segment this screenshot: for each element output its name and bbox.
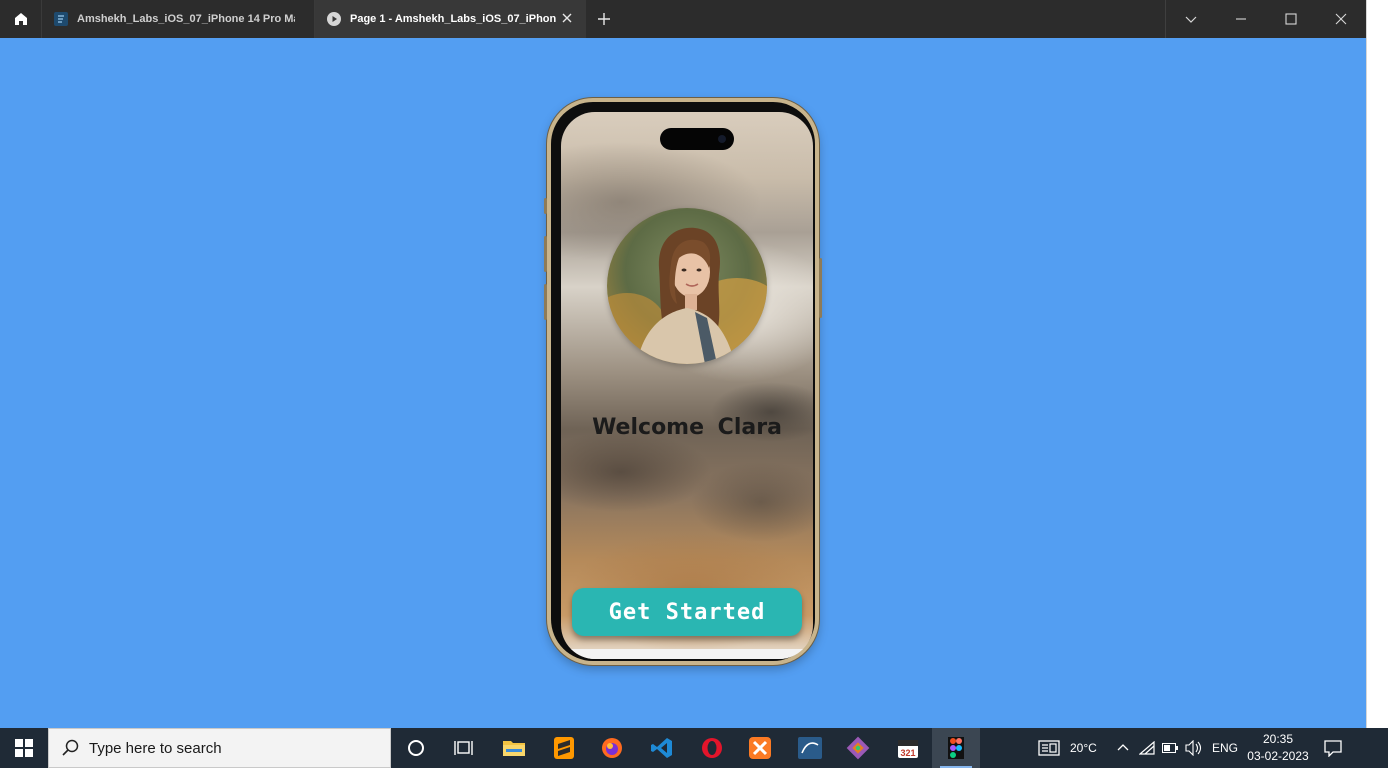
system-clock[interactable]: 20:35 03-02-2023 [1240,728,1316,768]
new-tab-icon[interactable] [596,11,612,27]
camera-icon [718,135,726,143]
wifi-icon [1139,741,1155,755]
maximize-button[interactable] [1266,0,1316,38]
clock-time: 20:35 [1262,732,1294,746]
news-icon [1038,740,1060,756]
firefox-button[interactable] [588,728,636,768]
dynamic-island [660,128,734,150]
window-edge [1366,0,1388,728]
minimize-icon [1236,18,1246,20]
close-icon [1335,13,1347,25]
action-button [544,198,547,214]
minimize-button[interactable] [1216,0,1266,38]
iphone-frame: Welcome Clara Get Started [544,98,822,665]
battery-icon [1162,743,1178,753]
network-button[interactable] [1136,728,1158,768]
figma-button[interactable] [932,728,980,768]
maximize-icon [1285,13,1297,25]
play-prototype-icon [327,12,341,26]
windows-taskbar: Type here to search 321 20°C ENG 20:35 0… [0,728,1388,768]
welcome-text: Welcome Clara [592,415,782,440]
chevron-down-icon [1185,16,1197,23]
volume-down-button [544,284,547,320]
volume-up-button [544,236,547,272]
phone-screen: Welcome Clara Get Started [561,112,813,659]
git-icon [846,736,870,760]
search-icon [62,739,79,756]
svg-text:321: 321 [900,748,915,758]
mysql-workbench-button[interactable] [786,728,834,768]
file-explorer-button[interactable] [490,728,538,768]
clock-date: 03-02-2023 [1247,749,1309,763]
avatar [607,208,767,364]
chevron-up-icon [1117,744,1129,751]
git-button[interactable] [834,728,882,768]
tab-label: Page 1 - Amshekh_Labs_iOS_07_iPhone 14 P… [350,13,556,25]
close-tab-icon[interactable] [560,11,574,25]
news-weather-button[interactable] [1034,728,1064,768]
sublime-text-button[interactable] [540,728,588,768]
sublime-text-icon [554,737,574,759]
search-placeholder: Type here to search [89,739,222,757]
tabs-dropdown-button[interactable] [1166,0,1216,38]
close-window-button[interactable] [1316,0,1366,38]
cortana-icon [408,740,424,756]
weather-temperature[interactable]: 20°C [1070,728,1097,768]
windows-logo-icon [15,739,33,757]
task-view-button[interactable] [440,728,488,768]
get-started-button[interactable]: Get Started [572,588,802,636]
vscode-icon [651,738,672,758]
tab-label: Amshekh_Labs_iOS_07_iPhone 14 Pro Max [77,13,295,25]
firefox-icon [602,738,622,758]
figma-file-icon [54,12,68,26]
cortana-button[interactable] [392,728,440,768]
calendar-app-icon: 321 [898,740,918,758]
phone-bezel: Welcome Clara Get Started [551,102,815,661]
vscode-button[interactable] [638,728,686,768]
action-center-button[interactable] [1318,728,1348,768]
notification-icon [1324,740,1342,757]
xampp-button[interactable] [736,728,784,768]
power-button [819,258,822,318]
input-language[interactable]: ENG [1212,728,1238,768]
home-button[interactable] [0,0,42,38]
speaker-icon [1185,740,1202,756]
battery-button[interactable] [1159,728,1181,768]
task-view-icon [454,741,473,755]
xampp-icon [749,737,771,759]
file-explorer-icon [503,741,525,756]
home-icon [14,13,27,25]
opera-button[interactable] [688,728,736,768]
screen-bottom-bar [561,649,813,659]
mysql-workbench-icon [798,737,822,759]
title-bar: Amshekh_Labs_iOS_07_iPhone 14 Pro Max Pa… [0,0,1366,38]
start-button[interactable] [0,728,48,768]
opera-icon [702,738,722,758]
figma-icon [948,737,964,759]
tab-prototype[interactable]: Page 1 - Amshekh_Labs_iOS_07_iPhone 14 P… [315,0,586,38]
tab-design-file[interactable]: Amshekh_Labs_iOS_07_iPhone 14 Pro Max [42,0,315,38]
taskbar-search-box[interactable]: Type here to search [48,728,391,768]
volume-button[interactable] [1182,728,1206,768]
profile-photo [607,208,767,364]
show-hidden-icons-button[interactable] [1110,728,1136,768]
calendar-app-button[interactable]: 321 [884,728,932,768]
